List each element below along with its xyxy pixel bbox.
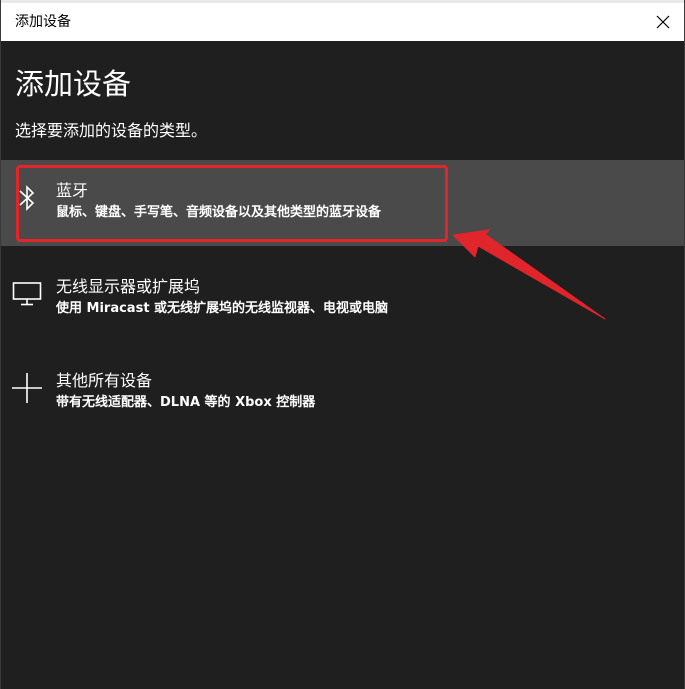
bluetooth-icon	[11, 182, 43, 214]
page-title: 添加设备	[15, 67, 132, 101]
option-bluetooth-description: 鼠标、键盘、手写笔、音频设备以及其他类型的蓝牙设备	[56, 205, 382, 220]
close-icon	[656, 15, 670, 29]
close-button[interactable]	[640, 3, 684, 41]
option-bluetooth-name: 蓝牙	[56, 181, 89, 200]
option-wireless-display-description: 使用 Miracast 或无线扩展坞的无线监视器、电视或电脑	[56, 301, 389, 316]
window-title: 添加设备	[15, 14, 71, 30]
option-everything-else[interactable]: 其他所有设备 带有无线适配器、DLNA 等的 Xbox 控制器	[1, 350, 684, 436]
option-everything-else-description: 带有无线适配器、DLNA 等的 Xbox 控制器	[56, 395, 316, 410]
option-everything-else-name: 其他所有设备	[56, 371, 153, 390]
option-wireless-display[interactable]: 无线显示器或扩展坞 使用 Miracast 或无线扩展坞的无线监视器、电视或电脑	[1, 256, 684, 342]
option-bluetooth[interactable]: 蓝牙 鼠标、键盘、手写笔、音频设备以及其他类型的蓝牙设备	[1, 160, 684, 246]
title-bar: 添加设备	[1, 3, 684, 41]
monitor-icon	[11, 278, 43, 310]
option-wireless-display-name: 无线显示器或扩展坞	[56, 277, 201, 296]
page-subtitle: 选择要添加的设备的类型。	[15, 121, 208, 140]
add-device-window: 添加设备 添加设备 选择要添加的设备的类型。 蓝牙 鼠标、键盘、手写笔、音频设备…	[0, 0, 685, 689]
plus-icon	[11, 372, 43, 404]
